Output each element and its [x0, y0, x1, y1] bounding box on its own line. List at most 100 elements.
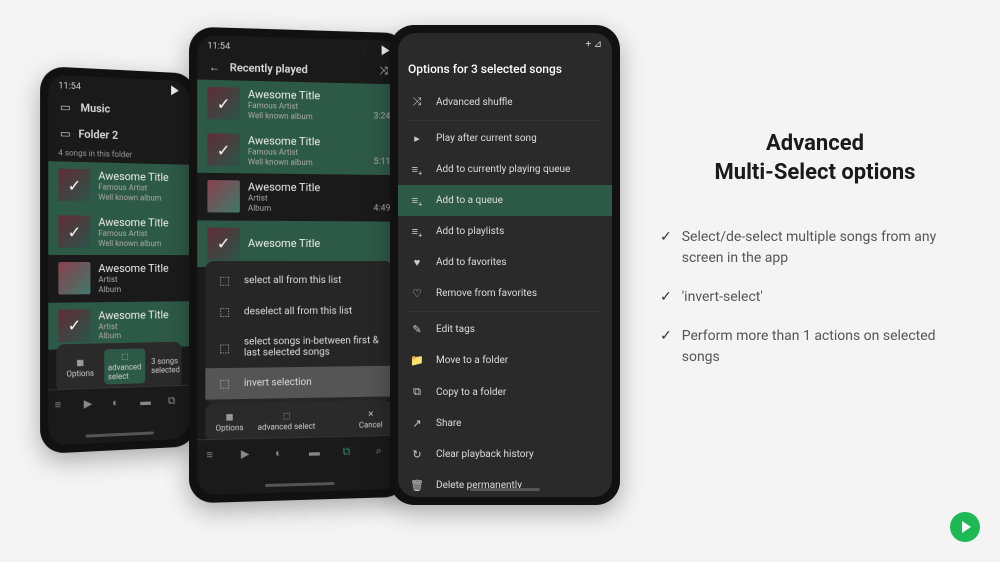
- breadcrumb-label: Music: [80, 101, 110, 115]
- check-icon: ✓: [660, 227, 672, 269]
- option-label: Add to a queue: [436, 195, 503, 206]
- option-item[interactable]: ♥ Add to favorites: [398, 247, 612, 278]
- play-icon: [382, 45, 390, 55]
- option-item[interactable]: ♡ Remove from favorites: [398, 278, 612, 309]
- song-row[interactable]: Awesome Title Famous Artist Well known a…: [48, 208, 189, 255]
- bullet-item: ✓Perform more than 1 actions on selected…: [660, 326, 970, 368]
- clock: 11:54: [58, 81, 81, 92]
- option-icon: ♥: [410, 256, 424, 269]
- option-item[interactable]: ⤨Advanced shuffle: [398, 86, 612, 118]
- option-item[interactable]: ≡₊Add to a queue: [398, 185, 612, 216]
- duration: 3:24: [374, 112, 391, 122]
- back-icon[interactable]: ←: [207, 60, 221, 75]
- cancel-button[interactable]: ✕ Cancel: [355, 406, 387, 432]
- folder-icon[interactable]: ▬: [309, 445, 325, 461]
- advanced-select-button[interactable]: ⬚ advanced select: [254, 408, 320, 435]
- options-header: Options for 3 selected songs: [398, 52, 612, 86]
- phone-back-left: 11:54 ▭ Music ▭ Folder 2 4 songs in this…: [40, 66, 197, 454]
- advanced-select-option[interactable]: ⬚select all from this list: [205, 265, 392, 296]
- bullet-item: ✓'invert-select': [660, 287, 970, 308]
- option-icon: 🗑: [410, 479, 424, 492]
- song-title: Awesome Title: [248, 181, 390, 195]
- option-icon: 📁: [410, 354, 424, 367]
- profile-icon[interactable]: ◐: [275, 446, 291, 462]
- option-icon: ≡₊: [410, 225, 424, 238]
- option-item[interactable]: ↻Clear playback history: [398, 439, 612, 470]
- option-item[interactable]: ▸ Play after current song: [398, 123, 612, 154]
- options-icon: ▦: [77, 357, 85, 366]
- option-icon: ≡₊: [410, 163, 424, 176]
- song-row[interactable]: Awesome Title Famous Artist Well known a…: [48, 161, 189, 210]
- song-row[interactable]: Awesome Title: [197, 220, 400, 267]
- option-item[interactable]: 🗑Delete permanently: [398, 470, 612, 497]
- clock: 11:54: [207, 41, 230, 52]
- option-label: Remove from favorites: [436, 288, 537, 299]
- option-item[interactable]: ✎Edit tags: [398, 314, 612, 345]
- advanced-select-option[interactable]: ⬚deselect all from this list: [205, 296, 392, 328]
- folder-header[interactable]: ▭ Folder 2: [48, 119, 189, 150]
- duration: 5:11: [374, 157, 391, 167]
- check-icon: ✓: [660, 287, 672, 308]
- album-art: [207, 227, 239, 259]
- album-art: [207, 87, 239, 120]
- album-art: [58, 216, 90, 249]
- profile-icon[interactable]: ◐: [112, 396, 128, 413]
- gesture-bar: [85, 431, 153, 437]
- advanced-select-option[interactable]: ⬚invert selection: [205, 366, 392, 400]
- song-album: Album: [98, 330, 179, 341]
- advanced-select-popup: ⬚select all from this list⬚deselect all …: [205, 261, 392, 404]
- option-item[interactable]: ↗Share: [398, 408, 612, 439]
- option-item[interactable]: ≡₊ Add to playlists: [398, 216, 612, 247]
- select-icon: ⬚: [218, 305, 232, 318]
- options-button[interactable]: ▦ Options: [62, 354, 98, 381]
- library-icon[interactable]: ⧉: [168, 394, 183, 410]
- option-icon: ⧉: [410, 385, 424, 399]
- gesture-bar: [265, 482, 335, 487]
- play-icon[interactable]: ▶: [84, 397, 100, 414]
- library-icon[interactable]: ⧉: [343, 445, 359, 461]
- option-icon: ✎: [410, 323, 424, 336]
- option-item[interactable]: 📁Move to a folder: [398, 345, 612, 376]
- advanced-select-option[interactable]: ⬚select songs in-between first & last se…: [205, 326, 392, 368]
- song-title: Awesome Title: [98, 308, 179, 322]
- song-album: Well known album: [98, 239, 179, 249]
- song-row[interactable]: Awesome Title Artist Album: [48, 255, 189, 302]
- close-icon: ✕: [367, 410, 374, 419]
- option-label: Add to playlists: [436, 226, 504, 237]
- select-icon: ⬚: [218, 274, 232, 287]
- option-icon: ▸: [410, 132, 424, 145]
- folder-icon: ▭: [58, 126, 72, 141]
- album-art: [58, 309, 90, 342]
- advanced-select-button[interactable]: ⬚ advanced select: [104, 348, 145, 384]
- album-art: [207, 180, 239, 213]
- album-art: [207, 134, 239, 167]
- option-label: Play after current song: [436, 133, 537, 144]
- option-label: Clear playback history: [436, 449, 534, 460]
- option-icon: ⤨: [410, 95, 424, 109]
- song-album: Well known album: [98, 192, 179, 203]
- song-row[interactable]: Awesome Title Artist Album 4:49: [197, 173, 400, 221]
- song-row[interactable]: Awesome Title Famous Artist Well known a…: [197, 80, 400, 130]
- selected-count: 3 songs selected: [151, 356, 184, 375]
- option-label: Add to favorites: [436, 257, 507, 268]
- shuffle-icon[interactable]: ⤨: [377, 64, 391, 78]
- song-album: Well known album: [248, 111, 390, 123]
- folder-icon[interactable]: ▬: [140, 395, 155, 411]
- marketing-copy: Advanced Multi-Select options ✓Select/de…: [660, 130, 970, 386]
- play-icon[interactable]: ▶: [241, 447, 257, 464]
- song-title: Awesome Title: [98, 262, 179, 275]
- headline: Advanced Multi-Select options: [660, 130, 970, 187]
- song-row[interactable]: Awesome Title Famous Artist Well known a…: [197, 126, 400, 175]
- select-icon: ⬚: [218, 341, 232, 354]
- option-item[interactable]: ⧉Copy to a folder: [398, 376, 612, 408]
- option-item[interactable]: ≡₊Add to currently playing queue: [398, 154, 612, 185]
- queue-icon[interactable]: ≡: [206, 448, 222, 465]
- queue-icon[interactable]: ≡: [55, 398, 71, 415]
- song-artist: Famous Artist: [98, 229, 179, 239]
- select-icon: ⬚: [121, 352, 128, 361]
- select-icon: ⬚: [218, 377, 232, 390]
- option-icon: ♡: [410, 287, 424, 300]
- options-button[interactable]: ▦ Options: [211, 409, 247, 436]
- select-icon: ⬚: [283, 411, 291, 420]
- check-icon: ✓: [660, 326, 672, 368]
